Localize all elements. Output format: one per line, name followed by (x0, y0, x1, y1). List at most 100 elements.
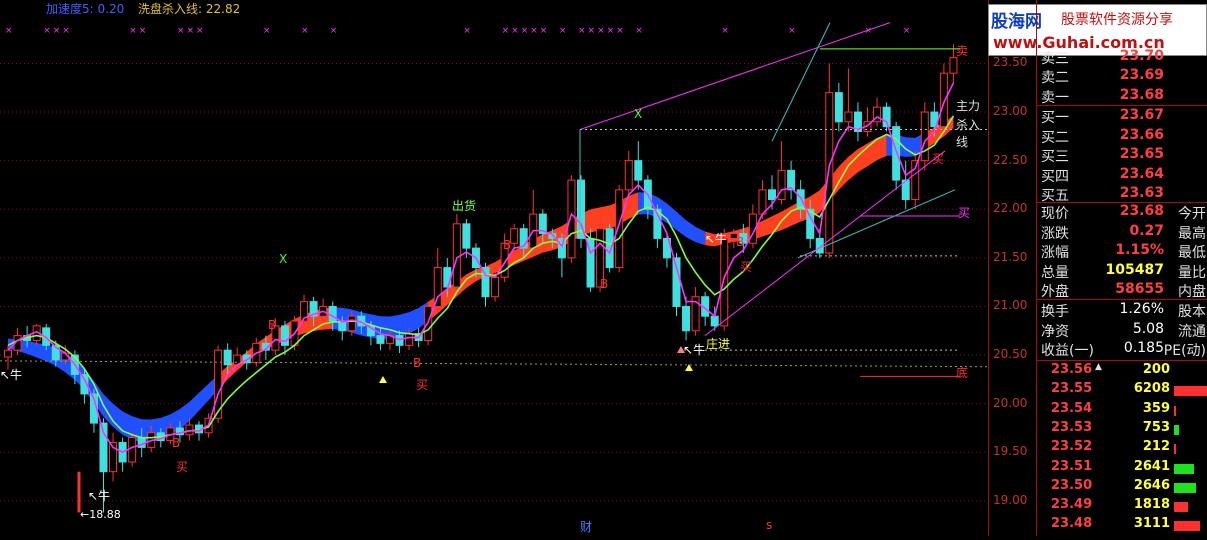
tick-row: 23.48 3111 (1037, 516, 1207, 535)
quote-panel: 卖三 23.70 卖二 23.69 卖一 23.68 买一 23.67 买二 23.66 买三 23.… (1036, 0, 1207, 536)
separator (1037, 299, 1207, 300)
tick-volume: 212 (1142, 439, 1170, 455)
signal-dot-52: × (502, 26, 510, 36)
signal-dot-62: × (597, 26, 605, 36)
buy-label-4: 买 (932, 152, 945, 166)
signal-dot-14: × (139, 26, 147, 36)
tick-volume-bar (1174, 463, 1194, 474)
signal-dot-82: × (788, 26, 796, 36)
stat-row: 总量 105487 量比 (1037, 262, 1207, 281)
bid-price: 23.64 (1119, 165, 1164, 182)
candle-body-46 (443, 267, 452, 288)
tick-row: 23.51 2641 (1037, 459, 1207, 478)
candle-body-13 (128, 437, 137, 463)
washline-label: 洗盘杀入线: 22.82 (138, 2, 241, 16)
signal-dot-13: × (129, 26, 137, 36)
price-tick-label: 20.00 (993, 395, 1028, 410)
tick-price: 23.53 (1051, 419, 1093, 435)
price-tick-label: 23.00 (993, 104, 1028, 119)
stat-label: 涨跌 (1041, 225, 1069, 242)
candle-body-29 (280, 325, 289, 346)
candle-body-82 (787, 169, 796, 191)
stat-value: 23.68 (1119, 203, 1164, 219)
signal-dot-0: × (5, 26, 13, 36)
sell-label: 卖 (956, 44, 969, 58)
candle-body-0 (4, 349, 12, 358)
tick-row: 23.53 753 (1037, 420, 1207, 439)
tick-row: 23.56 ▲ 200 (1037, 362, 1207, 381)
bid-row: 买二 23.66 (1037, 127, 1207, 146)
stat-value: 1.15% (1115, 242, 1164, 258)
stat-label: 涨幅 (1041, 245, 1069, 261)
candle-body-41 (395, 335, 404, 346)
b-label-4: B (503, 238, 512, 252)
bid-row: 买四 23.64 (1037, 166, 1207, 185)
signal-dot-58: × (559, 26, 567, 36)
kline-svg[interactable]: × × × × × × × × × × × × × × × × × × × × × × × × × × × × × (0, 0, 989, 536)
signal-dot-66: × (635, 26, 643, 36)
signal-dot-55: × (530, 26, 538, 36)
stat-label-2: 内盘 (1178, 284, 1206, 300)
ask-row: 卖一 23.68 (1037, 87, 1207, 106)
stat-label: 现价 (1041, 206, 1069, 222)
tick-volume-bar (1174, 424, 1179, 435)
fundamental-label: 净资 (1041, 323, 1069, 340)
stat-value: 105487 (1105, 261, 1164, 278)
ask-label: 卖三 (1041, 51, 1069, 67)
tick-volume: 359 (1142, 400, 1170, 416)
signal-dot-75: × (721, 26, 729, 36)
signal-dot-5: × (53, 26, 61, 36)
b-label-2: B (268, 318, 277, 332)
candle-body-66 (634, 160, 643, 181)
tick-volume-bar (1174, 502, 1188, 513)
b-label-1: B (172, 436, 181, 450)
signal-dot-60: × (578, 26, 586, 36)
tick-row: 23.50 2646 (1037, 478, 1207, 497)
candle-body-93 (892, 126, 901, 181)
buy-label-3: 买 (740, 260, 753, 274)
tick-price: 23.56 (1051, 362, 1093, 377)
tick-price: 23.52 (1051, 439, 1093, 455)
stat-label: 总量 (1041, 264, 1069, 281)
stat-value: 0.27 (1129, 222, 1164, 239)
candle-body-79 (758, 189, 767, 215)
ask-price: 23.69 (1119, 67, 1164, 84)
low-price-label: ←18.88 (80, 508, 121, 521)
tick-row: 23.52 212 (1037, 439, 1207, 458)
sell-out-label: 出货 (452, 199, 477, 213)
bottom-label: 底 (956, 366, 969, 380)
stat-row: 涨跌 0.27 最高 (1037, 223, 1207, 242)
s-marker[interactable]: s (766, 518, 772, 532)
signal-dot-94: × (903, 26, 911, 36)
cai-marker[interactable]: 财 (580, 518, 592, 535)
candle-body-45 (433, 267, 442, 307)
fundamental-label-2: 流通 (1178, 323, 1206, 340)
ask-price: 23.68 (1119, 86, 1164, 103)
signal-dot-31: × (301, 26, 309, 36)
tick-row: 23.49 1818 (1037, 497, 1207, 516)
tick-volume: 200 (1142, 362, 1170, 377)
candle-body-64 (615, 189, 624, 269)
signal-dot-34: × (330, 26, 338, 36)
bull-label-3: ↖牛 (683, 343, 706, 357)
stat-label-2: 最高 (1178, 225, 1206, 242)
tick-row: 23.54 359 (1037, 401, 1207, 420)
kline-chart-area[interactable]: 加速度5: 0.20 洗盘杀入线: 22.82 × × × × × × × × × × × × × × × ×… (0, 0, 989, 536)
candle-body-39 (376, 335, 385, 344)
x-label-2: X (634, 107, 643, 121)
tick-volume-bar (1174, 444, 1176, 455)
price-tick-label: 22.00 (993, 201, 1028, 216)
stat-row: 现价 23.68 今开 (1037, 203, 1207, 222)
price-axis: 23.50 23.00 22.50 22.00 21.50 21.00 20.50 20.00… (988, 0, 1037, 536)
tick-price: 23.55 (1051, 381, 1093, 397)
bid-row: 买三 23.65 (1037, 146, 1207, 165)
candle-body-74 (710, 315, 719, 327)
candle-body-86 (825, 92, 834, 254)
buy-label-1: 买 (176, 460, 189, 474)
indicator-label: 加速度5: 0.20 (46, 2, 125, 16)
bid-price: 23.67 (1119, 107, 1164, 123)
bull-label-2: ↖牛 (88, 489, 111, 503)
fundamental-label: 换手 (1041, 304, 1069, 320)
fundamental-row: 收益(一) 0.185 PE(动) (1037, 340, 1207, 359)
tick-volume: 2646 (1133, 477, 1170, 493)
